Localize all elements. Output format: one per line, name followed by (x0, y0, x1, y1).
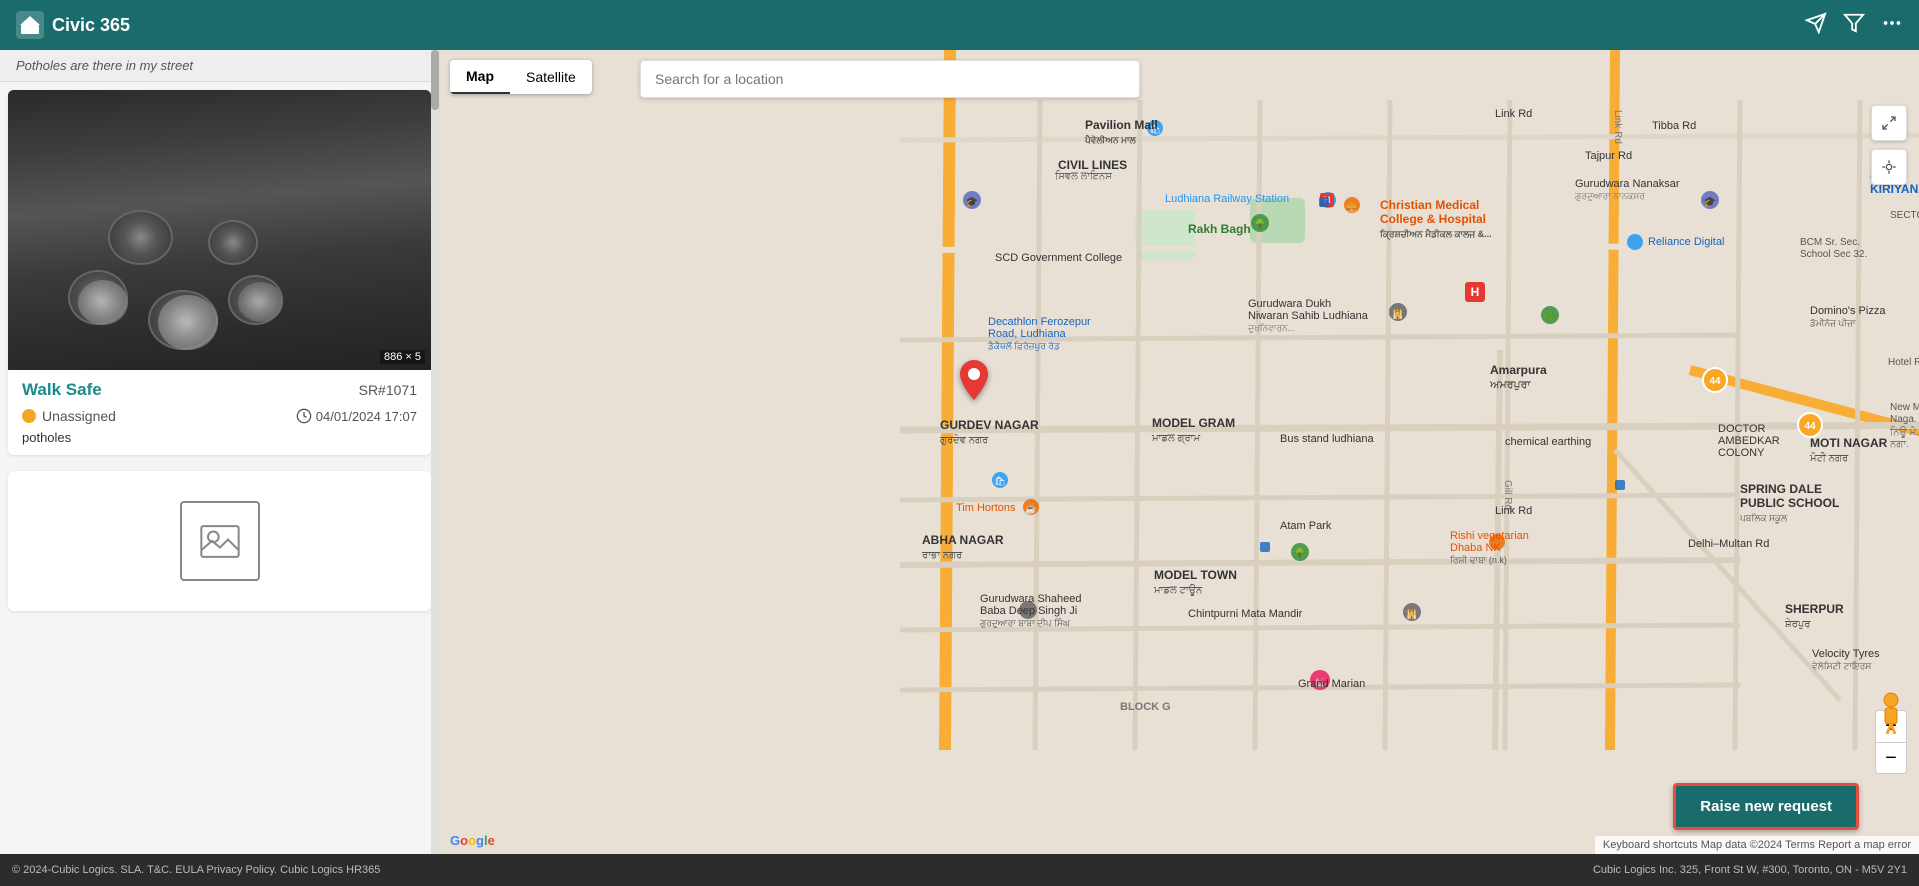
google-logo: Google (450, 833, 495, 848)
map-search-input[interactable] (640, 60, 1140, 98)
status-label: Unassigned (42, 408, 116, 424)
svg-text:H: H (1471, 285, 1480, 299)
svg-text:44: 44 (1804, 421, 1816, 432)
svg-text:🕌: 🕌 (1392, 308, 1403, 319)
svg-text:🎓: 🎓 (966, 196, 978, 208)
svg-text:🛍: 🛍 (994, 476, 1005, 486)
sr-card-image: 886 × 5 (8, 90, 431, 370)
svg-text:ਨਿਊ ਮੋ.: ਨਿਊ ਮੋ. (1889, 425, 1919, 438)
svg-text:School Sec 32.: School Sec 32. (1800, 249, 1867, 260)
filter-icon[interactable] (1843, 12, 1865, 39)
sr-card-title: Walk Safe (22, 380, 102, 400)
bottombar-address: Cubic Logics Inc. 325, Front St W, #300,… (1593, 864, 1907, 876)
image-size: 886 × 5 (380, 350, 425, 364)
status-dot (22, 409, 36, 423)
svg-text:Naga.: Naga. (1890, 414, 1917, 425)
send-icon[interactable] (1805, 12, 1827, 39)
svg-text:BLOCK G: BLOCK G (1120, 701, 1171, 713)
sr-status: Unassigned (22, 408, 116, 424)
svg-text:BCM Sr. Sec.: BCM Sr. Sec. (1800, 237, 1860, 248)
map-panel: Gill Rd Link Rd 44 44 🛍 🛍 🌳 🌿 (440, 50, 1919, 854)
map-search-container (640, 60, 1859, 98)
left-scrollbar[interactable] (431, 50, 439, 854)
pegman-icon[interactable] (1877, 692, 1905, 739)
location-button[interactable] (1871, 149, 1907, 185)
sr-datetime: 04/01/2024 17:07 (296, 408, 417, 424)
map-attribution: Keyboard shortcuts Map data ©2024 Terms … (1595, 836, 1919, 854)
svg-text:44: 44 (1709, 376, 1721, 387)
svg-text:SECTOR...: SECTOR... (1890, 210, 1919, 221)
tab-map[interactable]: Map (450, 60, 510, 94)
app-logo (16, 11, 44, 39)
svg-text:💒: 💒 (1314, 677, 1325, 687)
main-area: Potholes are there in my street (0, 50, 1919, 854)
svg-text:🛍: 🛍 (1149, 124, 1160, 134)
svg-text:🌳: 🌳 (1294, 547, 1305, 558)
zoom-out-button[interactable]: − (1875, 742, 1907, 774)
tab-satellite[interactable]: Satellite (510, 60, 592, 94)
svg-text:☕: ☕ (1025, 503, 1036, 514)
topbar-actions (1805, 12, 1903, 39)
bottombar: © 2024-Cubic Logics. SLA. T&C. EULA Priv… (0, 854, 1919, 886)
sr-date: 04/01/2024 17:07 (316, 409, 417, 424)
svg-text:Gill Rd: Gill Rd (1502, 480, 1513, 510)
sr-card-1[interactable]: 886 × 5 Walk Safe SR#1071 Unassigned (8, 90, 431, 455)
clock-icon (296, 408, 312, 424)
sr-card-meta: Unassigned 04/01/2024 17:07 (22, 408, 417, 424)
svg-text:🌿: 🌿 (1544, 310, 1555, 321)
svg-text:New Mo.: New Mo. (1890, 402, 1919, 413)
map-pin (960, 360, 988, 405)
svg-text:🕌: 🕌 (1406, 608, 1417, 619)
raise-new-request-button[interactable]: Raise new request (1673, 783, 1859, 830)
svg-text:Link Rd: Link Rd (1612, 110, 1623, 144)
sr-category: potholes (22, 430, 417, 445)
bottombar-copyright: © 2024-Cubic Logics. SLA. T&C. EULA Priv… (12, 864, 380, 876)
pothole-image (8, 90, 431, 370)
placeholder-image (180, 501, 260, 581)
search-hint: Potholes are there in my street (0, 50, 439, 82)
map-tabs: Map Satellite (450, 60, 592, 94)
map-background[interactable]: Gill Rd Link Rd 44 44 🛍 🛍 🌳 🌿 (440, 50, 1919, 854)
svg-text:Hotel Ri...: Hotel Ri... (1888, 357, 1919, 368)
topbar-left: Civic 365 (16, 11, 130, 39)
svg-text:🍔: 🍔 (1346, 201, 1357, 212)
left-panel: Potholes are there in my street (0, 50, 440, 854)
svg-text:🎓: 🎓 (1704, 196, 1716, 208)
scrollbar-thumb[interactable] (431, 50, 439, 110)
svg-text:ਨਗਾ.: ਨਗਾ. (1889, 439, 1909, 450)
fullscreen-button[interactable] (1871, 105, 1907, 141)
sr-card-2-placeholder[interactable] (8, 471, 431, 611)
sr-card-number: SR#1071 (359, 382, 417, 398)
more-icon[interactable] (1881, 12, 1903, 39)
map-controls (1871, 105, 1907, 185)
sr-card-body: Walk Safe SR#1071 Unassigned 04/01/2024 … (8, 370, 431, 455)
svg-text:🌳: 🌳 (1254, 218, 1265, 229)
topbar: Civic 365 (0, 0, 1919, 50)
sr-card-title-row: Walk Safe SR#1071 (22, 380, 417, 400)
app-title: Civic 365 (52, 15, 130, 36)
map-roads-svg: Gill Rd Link Rd 44 44 🛍 🛍 🌳 🌿 (440, 50, 1919, 854)
